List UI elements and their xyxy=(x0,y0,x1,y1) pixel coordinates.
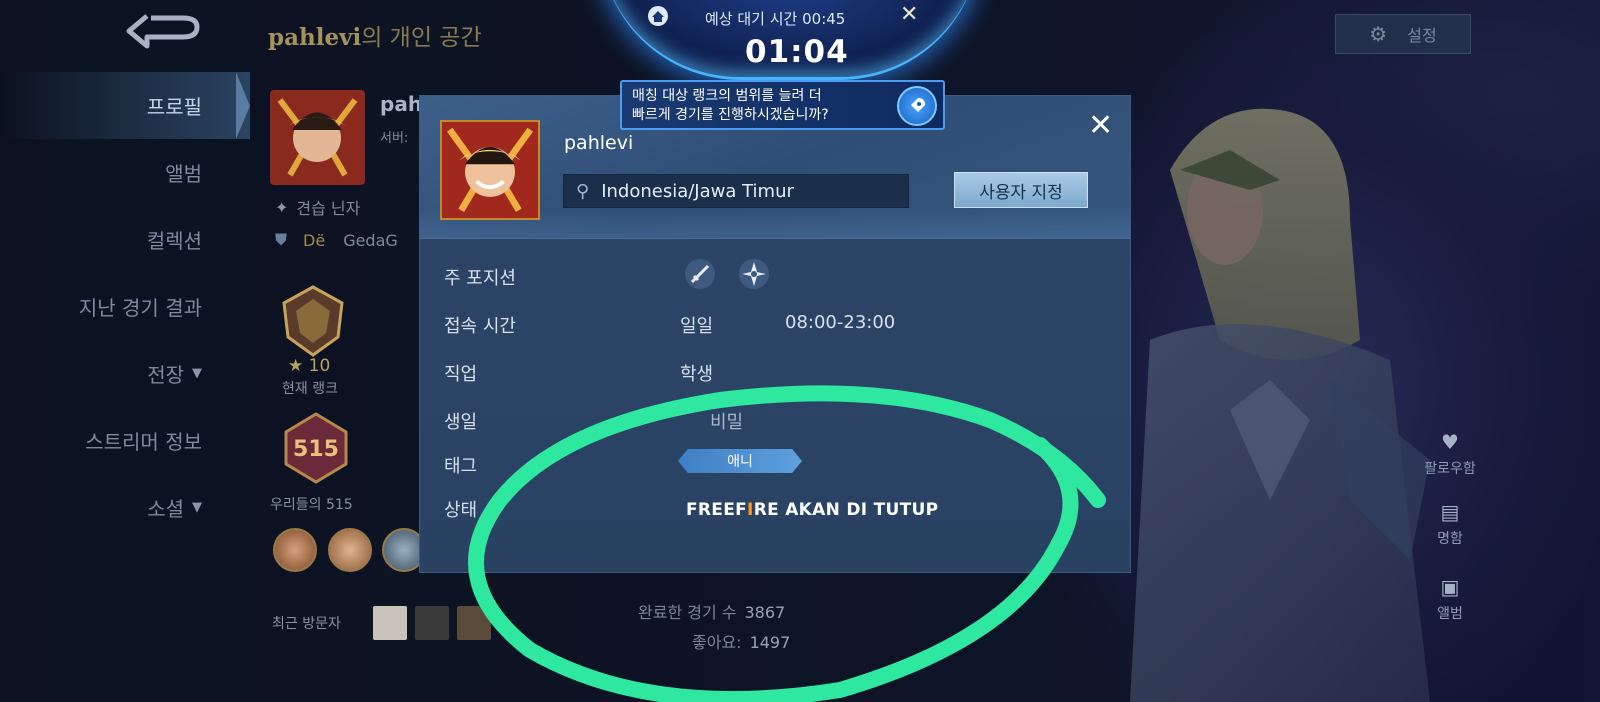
chevron-down-icon: ▼ xyxy=(192,500,202,515)
match-timer: 01:04 xyxy=(745,34,849,70)
hero-portrait[interactable] xyxy=(328,528,372,572)
515-badge-icon[interactable]: 515 xyxy=(280,412,352,484)
tag-pill: 애니 xyxy=(678,449,802,473)
nav-item-battlefield[interactable]: 전장 ▼ xyxy=(0,340,250,407)
online-days-value: 일일 xyxy=(680,316,714,337)
birthday-value: 비밀 xyxy=(710,412,744,433)
expand-rank-range-tip[interactable]: 매칭 대상 랭크의 범위를 늘려 더 빠르게 경기를 진행하시겠습니까? xyxy=(620,80,945,130)
location-field[interactable]: ⚲ Indonesia/Jawa Timur xyxy=(563,174,909,208)
chevron-down-icon: ▼ xyxy=(192,366,202,381)
nav-item-album[interactable]: 앨범 xyxy=(0,139,250,206)
page-title: pahlevi의 개인 공간 xyxy=(268,24,482,51)
nav-item-streamer-info[interactable]: 스트리머 정보 xyxy=(0,407,250,474)
cancel-matchmaking-icon[interactable]: ✕ xyxy=(900,2,918,27)
nav-item-profile[interactable]: 프로필 xyxy=(0,72,250,139)
rocket-icon[interactable] xyxy=(897,86,937,126)
status-label: 상태 xyxy=(444,500,478,521)
status-text: FREEFIRE AKAN DI TUTUP xyxy=(686,500,939,520)
badge-label: 우리들의 515 xyxy=(270,497,353,513)
visitor-avatar[interactable] xyxy=(373,606,407,640)
nav-item-social[interactable]: 소셜 ▼ xyxy=(0,474,250,541)
ninja-badge-icon: ✦ xyxy=(275,197,289,217)
job-value: 학생 xyxy=(680,364,714,385)
nav-item-collection[interactable]: 컬렉션 xyxy=(0,206,250,273)
modal-avatar xyxy=(440,120,540,220)
tag-label: 태그 xyxy=(444,456,478,477)
customize-button[interactable]: 사용자 지정 xyxy=(954,172,1088,208)
profile-title-row: ✦ 견습 닌자 xyxy=(275,197,361,219)
job-label: 직업 xyxy=(444,364,478,385)
nav-item-match-history[interactable]: 지난 경기 결과 xyxy=(0,273,250,340)
squad-row: ⛊ Dë GedaG xyxy=(275,230,398,250)
rank-emblem-icon[interactable] xyxy=(278,285,348,357)
server-label: 서버: xyxy=(380,131,409,146)
birthday-label: 생일 xyxy=(444,412,478,433)
visitor-avatar[interactable] xyxy=(457,606,491,640)
settings-button[interactable]: ⚙ 설정 xyxy=(1335,14,1471,54)
recent-visitors-label: 최근 방문자 xyxy=(272,616,341,632)
card-icon: ▤ xyxy=(1440,500,1460,524)
profile-modal: pahlevi ✕ ⚲ Indonesia/Jawa Timur 사용자 지정 … xyxy=(420,96,1130,572)
svg-text:515: 515 xyxy=(293,437,339,462)
online-time-label: 접속 시간 xyxy=(444,316,516,337)
shuriken-icon xyxy=(739,259,769,289)
estimated-wait-text: 예상 대기 시간 00:45 xyxy=(705,10,846,28)
profile-avatar[interactable] xyxy=(270,90,365,185)
follow-button[interactable]: ♥ 팔로우함 xyxy=(1410,430,1490,478)
position-label: 주 포지션 xyxy=(444,268,516,289)
rank-stars: ★ 10 xyxy=(288,356,331,376)
sidebar-nav: 프로필 앨범 컬렉션 지난 경기 결과 전장 ▼ 스트리머 정보 소셜 ▼ xyxy=(0,72,250,541)
rank-label: 현재 랭크 xyxy=(282,381,338,397)
location-pin-icon: ⚲ xyxy=(576,180,590,202)
image-icon: ▣ xyxy=(1440,575,1460,599)
divider xyxy=(420,238,1130,239)
shield-icon: ⛊ xyxy=(275,230,288,249)
visitor-avatar[interactable] xyxy=(415,606,449,640)
match-stats: 완료한 경기 수 3867 좋아요: 1497 xyxy=(638,603,791,652)
modal-player-name: pahlevi xyxy=(564,132,634,154)
back-arrow-icon[interactable] xyxy=(125,10,203,52)
gear-icon: ⚙ xyxy=(1369,22,1388,46)
hero-portrait[interactable] xyxy=(273,528,317,572)
album-button[interactable]: ▣ 앨범 xyxy=(1410,575,1490,623)
heart-icon: ♥ xyxy=(1441,430,1459,454)
name-card-button[interactable]: ▤ 명함 xyxy=(1410,500,1490,548)
close-icon[interactable]: ✕ xyxy=(1088,108,1113,143)
online-hours-value: 08:00-23:00 xyxy=(785,312,896,333)
sword-icon xyxy=(685,259,715,289)
home-icon[interactable] xyxy=(647,6,669,26)
